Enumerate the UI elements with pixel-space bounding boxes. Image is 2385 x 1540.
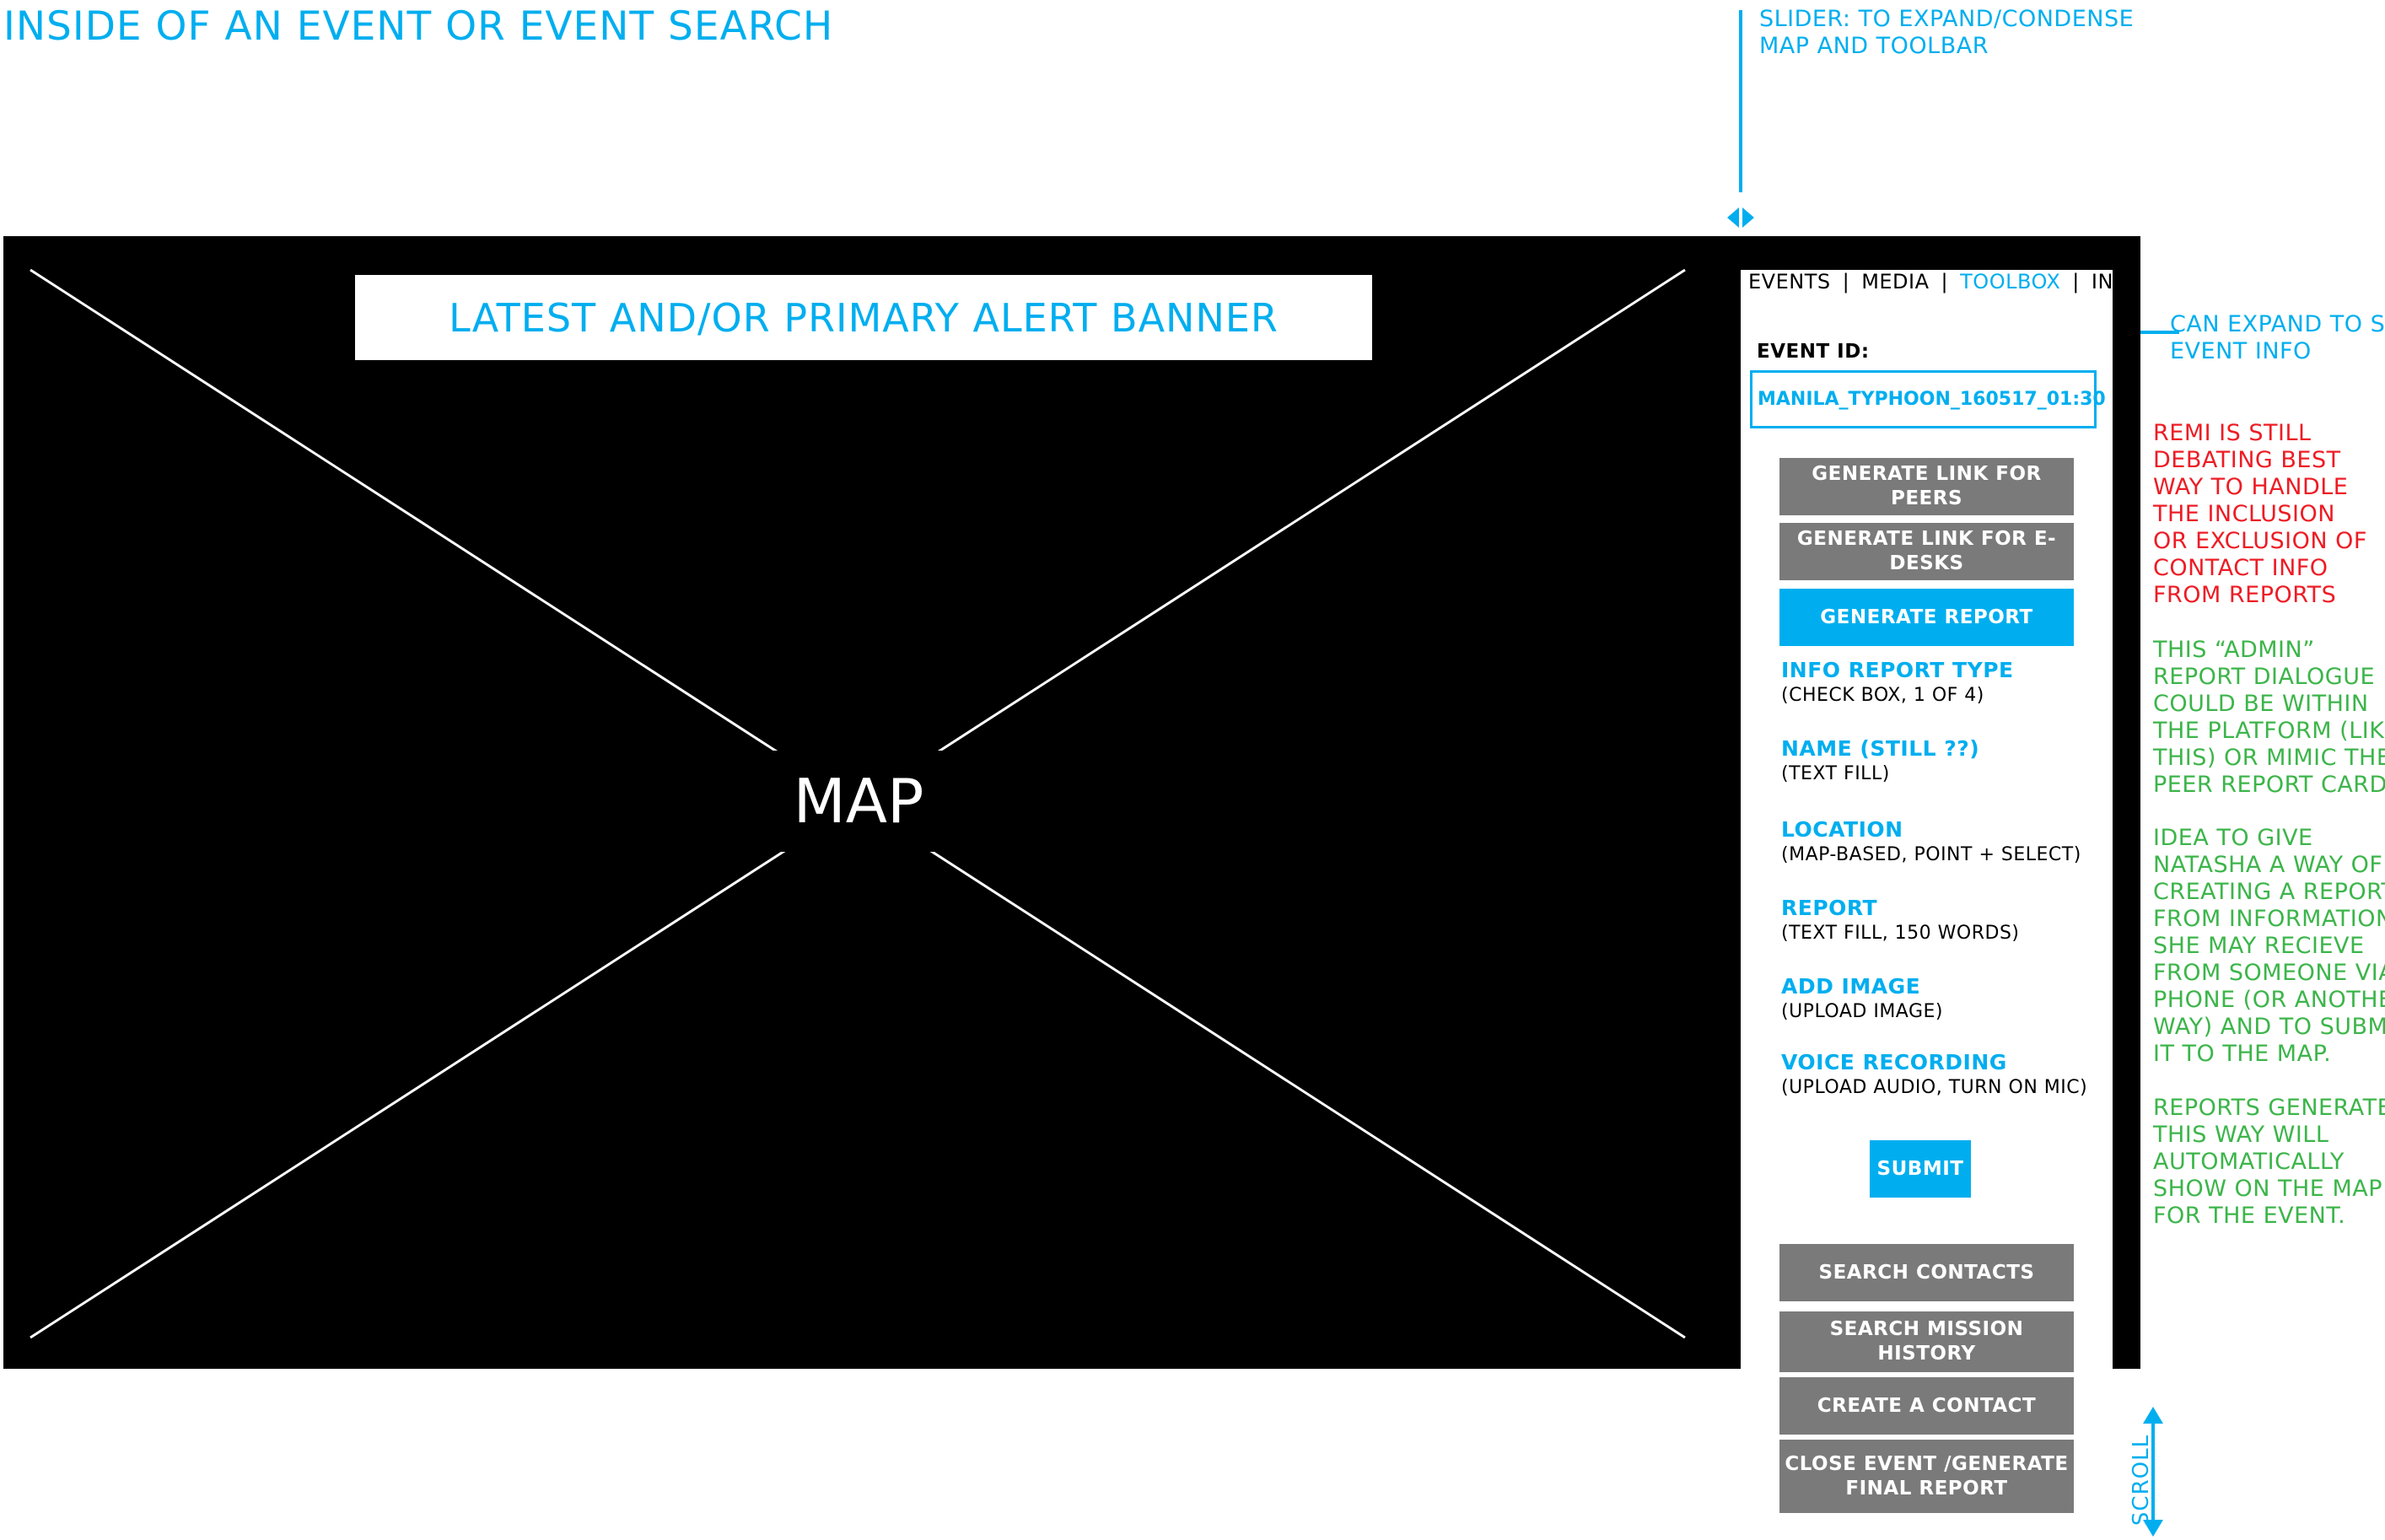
note-line: COULD BE WITHIN (2153, 691, 2369, 717)
note-line: THIS “ADMIN” (2153, 637, 2315, 663)
tab-toolbox[interactable]: TOOLBOX (1960, 270, 2060, 293)
field-name[interactable]: NAME (STILL ??) (TEXT FILL) (1781, 736, 1979, 784)
note-line: REMI IS STILL (2153, 420, 2312, 446)
search-contacts-button[interactable]: SEARCH CONTACTS (1779, 1244, 2074, 1301)
generate-link-edesks-button[interactable]: GENERATE LINK FOR E-DESKS (1779, 523, 2074, 580)
note-admin-dialogue: THIS “ADMIN” REPORT DIALOGUE COULD BE WI… (2153, 637, 2385, 799)
close-event-button-line: CLOSE EVENT /GENERATE (1785, 1452, 2069, 1475)
field-title: NAME (STILL ??) (1781, 736, 1980, 761)
slider-pointer-arrow (1727, 10, 1754, 228)
note-line: FROM SOMEONE VIA (2153, 960, 2385, 986)
note-line: THE PLATFORM (LIKE (2153, 718, 2385, 744)
note-line: WAY TO HANDLE (2153, 474, 2349, 500)
note-line: FROM REPORTS (2153, 582, 2337, 608)
note-line: IDEA TO GIVE (2153, 825, 2313, 851)
close-event-button[interactable]: CLOSE EVENT /GENERATE FINAL REPORT (1779, 1440, 2074, 1513)
alert-banner[interactable]: LATEST AND/OR PRIMARY ALERT BANNER (355, 275, 1372, 360)
note-line: AUTOMATICALLY (2153, 1149, 2345, 1175)
note-line: NATASHA A WAY OF (2153, 852, 2383, 878)
scroll-label: SCROLL (2129, 1434, 2155, 1527)
field-desc: (CHECK BOX, 1 OF 4) (1781, 685, 1984, 706)
note-line: DEBATING BEST (2153, 447, 2341, 473)
note-line: OR EXCLUSION OF (2153, 528, 2367, 554)
field-desc: (TEXT FILL) (1781, 763, 1890, 784)
note-line: SHOW ON THE MAP (2153, 1176, 2382, 1202)
expand-annotation: CAN EXPAND TO SEE EVENT INFO (2170, 311, 2385, 365)
note-natasha-idea: IDEA TO GIVE NATASHA A WAY OF CREATING A… (2153, 825, 2385, 1068)
note-line: PHONE (OR ANOTHER (2153, 987, 2385, 1013)
field-title: LOCATION (1781, 817, 1903, 842)
note-line: REPORT DIALOGUE (2153, 664, 2376, 690)
note-line: REPORTS GENERATED (2153, 1095, 2385, 1121)
event-id-field[interactable]: MANILA_TYPHOON_160517_01:30 (1750, 370, 2106, 428)
submit-button[interactable]: SUBMIT (1870, 1140, 1971, 1198)
tab-info[interactable]: INFO (2092, 270, 2142, 293)
map-label: MAP (759, 751, 958, 852)
note-auto-show: REPORTS GENERATED THIS WAY WILL AUTOMATI… (2153, 1095, 2385, 1230)
tab-separator: | (2072, 270, 2080, 293)
field-add-image[interactable]: ADD IMAGE (UPLOAD IMAGE) (1781, 974, 1943, 1022)
event-id-label: EVENT ID: (1757, 341, 1870, 363)
field-info-report-type[interactable]: INFO REPORT TYPE (CHECK BOX, 1 OF 4) (1781, 658, 2014, 706)
note-line: SHE MAY RECIEVE (2153, 933, 2365, 959)
expand-annotation-line: EVENT INFO (2170, 338, 2312, 364)
field-title: INFO REPORT TYPE (1781, 658, 2014, 682)
generate-report-button[interactable]: GENERATE REPORT (1779, 589, 2074, 646)
generate-link-peers-button[interactable]: GENERATE LINK FOR PEERS (1779, 458, 2074, 515)
slider-annotation: SLIDER: TO EXPAND/CONDENSE MAP AND TOOLB… (1759, 6, 2134, 60)
expand-annotation-line: CAN EXPAND TO SEE (2170, 311, 2385, 337)
field-desc: (TEXT FILL, 150 WORDS) (1781, 923, 2020, 944)
note-line: THE INCLUSION (2153, 501, 2335, 527)
field-voice-recording[interactable]: VOICE RECORDING (UPLOAD AUDIO, TURN ON M… (1781, 1050, 2087, 1098)
field-desc: (UPLOAD AUDIO, TURN ON MIC) (1781, 1077, 2088, 1098)
note-line: THIS) OR MIMIC THE (2153, 745, 2385, 771)
toolbar-tabs: EVENTS | MEDIA | TOOLBOX | INFO (1748, 270, 2142, 293)
note-line: THIS WAY WILL (2153, 1122, 2329, 1148)
tab-separator: | (1941, 270, 1949, 293)
note-line: PEER REPORT CARDS. (2153, 772, 2385, 798)
tab-events[interactable]: EVENTS (1748, 270, 1831, 293)
create-contact-button[interactable]: CREATE A CONTACT (1779, 1377, 2074, 1435)
field-title: ADD IMAGE (1781, 974, 1921, 999)
slider-annotation-line: SLIDER: TO EXPAND/CONDENSE (1759, 6, 2135, 32)
tab-media[interactable]: MEDIA (1861, 270, 1929, 293)
slider-annotation-line: MAP AND TOOLBAR (1759, 33, 1989, 59)
field-desc: (UPLOAD IMAGE) (1781, 1001, 1944, 1022)
note-line: WAY) AND TO SUBMIT (2153, 1014, 2385, 1040)
note-line: FROM INFORMATION (2153, 906, 2385, 932)
field-title: REPORT (1781, 896, 1878, 920)
note-line: IT TO THE MAP. (2153, 1041, 2332, 1067)
field-location[interactable]: LOCATION (MAP-BASED, POINT + SELECT) (1781, 817, 2081, 865)
search-mission-history-button[interactable]: SEARCH MISSION HISTORY (1779, 1311, 2074, 1372)
event-id-value: MANILA_TYPHOON_160517_01:30 (1758, 389, 2106, 410)
note-line: CONTACT INFO (2153, 555, 2328, 581)
field-title: VOICE RECORDING (1781, 1050, 2007, 1074)
page-title: INSIDE OF AN EVENT OR EVENT SEARCH (3, 3, 834, 50)
note-contact-info: REMI IS STILL DEBATING BEST WAY TO HANDL… (2153, 420, 2367, 609)
close-event-button-line: FINAL REPORT (1845, 1477, 2008, 1500)
tab-separator: | (1842, 270, 1850, 293)
note-line: FOR THE EVENT. (2153, 1203, 2346, 1229)
note-line: CREATING A REPORT (2153, 879, 2385, 905)
field-desc: (MAP-BASED, POINT + SELECT) (1781, 844, 2081, 865)
field-report[interactable]: REPORT (TEXT FILL, 150 WORDS) (1781, 896, 2020, 944)
